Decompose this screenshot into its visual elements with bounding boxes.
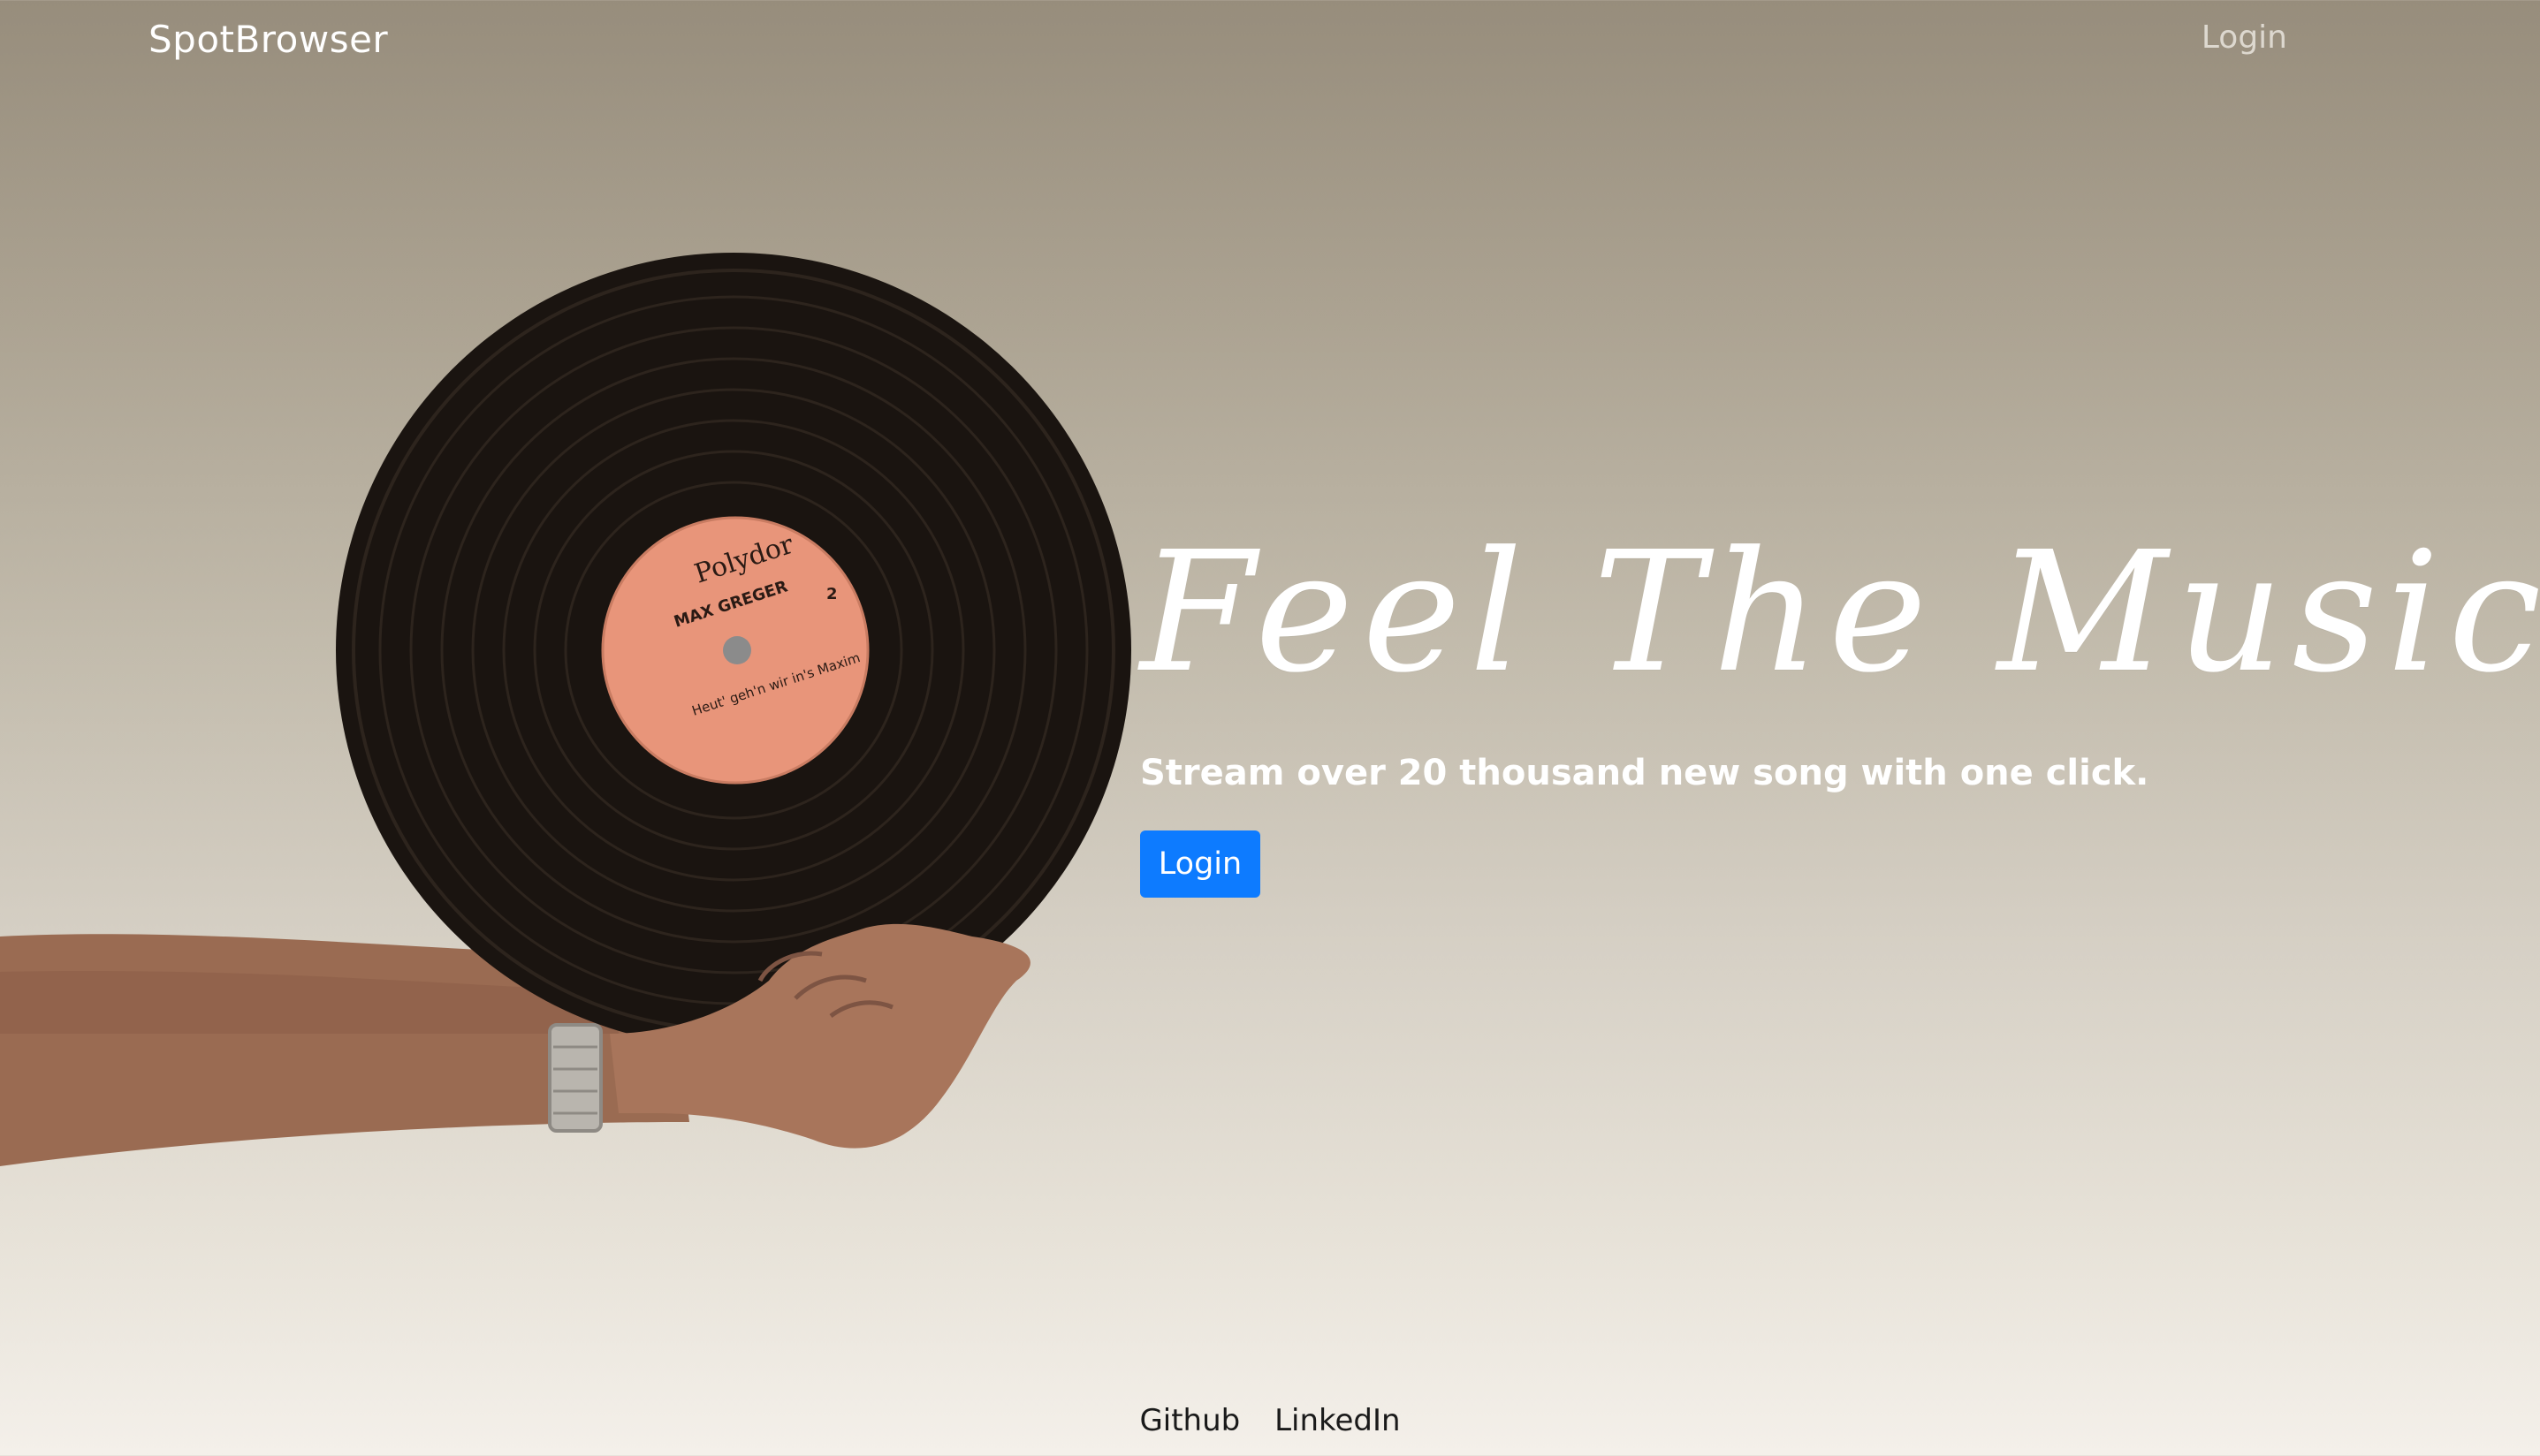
hero-subtitle: Stream over 20 thousand new song with on… [1140, 753, 2149, 793]
vinyl-hand-illustration: Polydor MAX GREGER 2 Heut' geh'n wir in'… [0, 253, 1131, 1166]
record-label-side: 2 [826, 585, 838, 603]
nav-login-link[interactable]: Login [2202, 19, 2287, 56]
footer-link-linkedin[interactable]: LinkedIn [1274, 1403, 1401, 1438]
vinyl-record: Polydor MAX GREGER 2 Heut' geh'n wir in'… [336, 253, 1131, 1048]
record-spindle-hole [723, 636, 751, 664]
footer: Github LinkedIn [0, 1403, 2540, 1438]
hero-login-button[interactable]: Login [1140, 830, 1260, 898]
brand-logo[interactable]: SpotBrowser [148, 18, 388, 61]
hero-title: Feel The Music [1140, 516, 2540, 709]
wristwatch [548, 1023, 603, 1133]
footer-link-github[interactable]: Github [1139, 1403, 1240, 1438]
